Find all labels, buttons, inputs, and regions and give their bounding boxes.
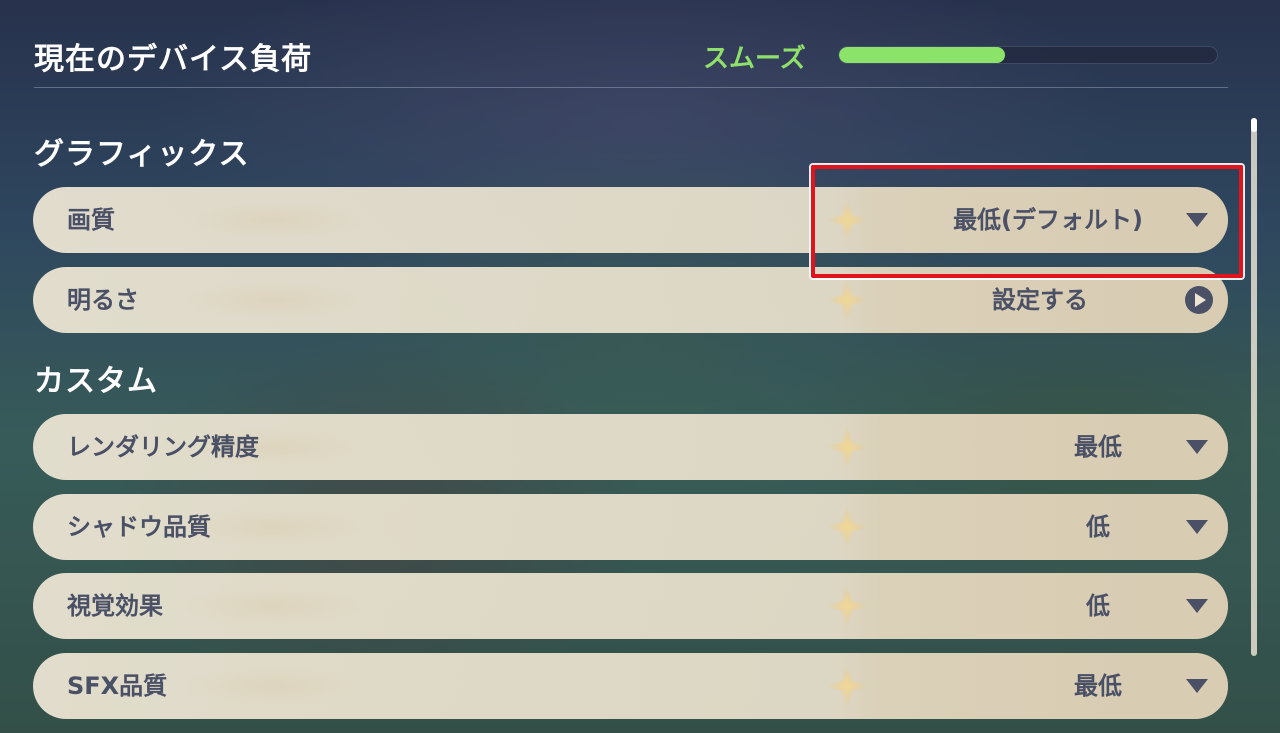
setting-label-sfx-quality: SFX品質 — [67, 672, 168, 700]
load-progress-fill — [839, 47, 1006, 63]
setting-value-shadow-quality: 低 — [1086, 513, 1110, 541]
chevron-down-icon[interactable] — [1186, 599, 1208, 613]
load-progress-bar — [838, 46, 1218, 64]
header-divider — [34, 87, 1228, 88]
highlight-box — [811, 165, 1243, 278]
arrow-right-circle-icon[interactable] — [1185, 286, 1213, 314]
load-status-text: スムーズ — [703, 44, 806, 74]
chevron-down-icon[interactable] — [1186, 440, 1208, 454]
setting-value-sfx-quality: 最低 — [1074, 672, 1122, 700]
row-value-zone — [833, 494, 1228, 560]
setting-label-quality: 画質 — [67, 206, 115, 234]
chevron-down-icon[interactable] — [1186, 520, 1208, 534]
setting-value-render-accuracy: 最低 — [1074, 433, 1122, 461]
scrollbar[interactable] — [1251, 118, 1257, 656]
setting-row-render-accuracy[interactable]: レンダリング精度 最低 — [33, 414, 1228, 480]
row-value-zone — [833, 573, 1228, 639]
chevron-down-icon[interactable] — [1186, 679, 1208, 693]
setting-label-brightness: 明るさ — [67, 286, 139, 314]
section-title-graphics: グラフィックス — [34, 137, 250, 172]
setting-row-visual-effects[interactable]: 視覚効果 低 — [33, 573, 1228, 639]
setting-value-visual-effects: 低 — [1086, 592, 1110, 620]
setting-row-shadow-quality[interactable]: シャドウ品質 低 — [33, 494, 1228, 560]
device-load-title: 現在のデバイス負荷 — [34, 42, 313, 77]
scrollbar-thumb[interactable] — [1251, 118, 1257, 132]
setting-row-sfx-quality[interactable]: SFX品質 最低 — [33, 653, 1228, 719]
setting-label-visual-effects: 視覚効果 — [67, 592, 163, 620]
row-value-zone — [833, 653, 1228, 719]
row-value-zone — [833, 414, 1228, 480]
section-title-custom: カスタム — [34, 364, 158, 399]
setting-label-shadow-quality: シャドウ品質 — [67, 513, 211, 541]
setting-label-render-accuracy: レンダリング精度 — [67, 433, 259, 461]
